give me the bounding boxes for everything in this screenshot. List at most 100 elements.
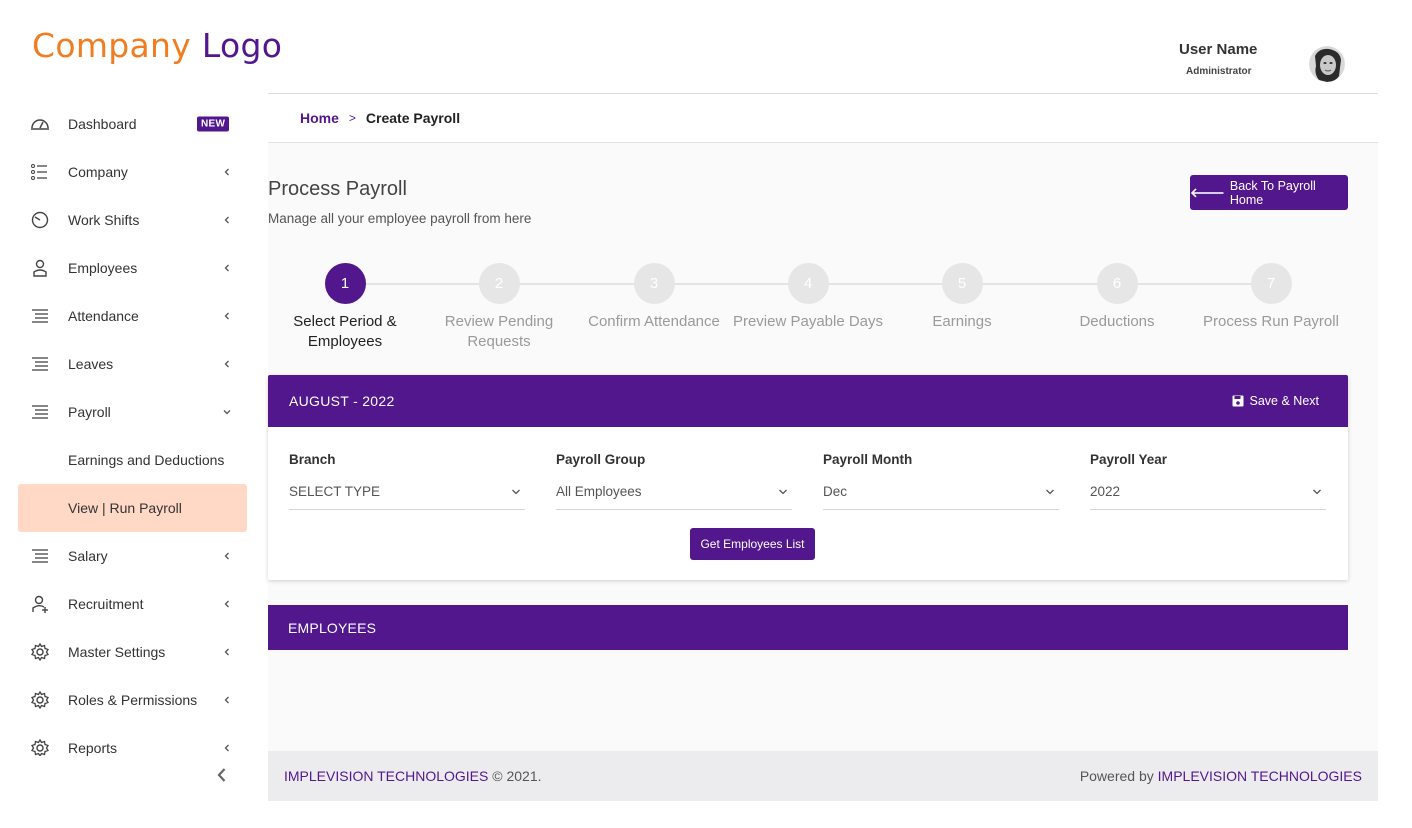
step-number: 4 <box>787 263 829 304</box>
save-icon <box>1232 395 1244 407</box>
breadcrumb: Home > Create Payroll <box>268 94 1378 143</box>
chevron-left-icon <box>224 696 229 704</box>
gear-icon <box>31 690 49 710</box>
step-7[interactable]: 7 Process Run Payroll <box>1196 263 1346 332</box>
card-header: AUGUST - 2022 Save & Next <box>268 375 1348 427</box>
lines-icon <box>32 357 48 371</box>
chevron-down-icon <box>223 410 231 415</box>
footer-copyright: IMPLEVISION TECHNOLOGIES © 2021. <box>284 768 542 784</box>
branch-field: Branch SELECT TYPE <box>289 452 525 510</box>
chevron-left-icon <box>224 264 229 272</box>
step-6[interactable]: 6 Deductions <box>1042 263 1192 332</box>
back-to-payroll-home-button[interactable]: 🡐 Back To Payroll Home <box>1190 175 1348 210</box>
employees-section-header: EMPLOYEES <box>268 605 1348 650</box>
chevron-left-icon <box>224 168 229 176</box>
sidebar-subitem-view-run-payroll[interactable]: View | Run Payroll <box>18 484 247 532</box>
sidebar-item-label: Reports <box>68 740 118 756</box>
step-4[interactable]: 4 Preview Payable Days <box>733 263 883 332</box>
step-label: Preview Payable Days <box>732 313 884 330</box>
sidebar: Dashboard NEW Company Work Shifts Employ… <box>0 100 247 756</box>
sidebar-item-master-settings[interactable]: Master Settings <box>0 628 247 676</box>
lines-icon <box>32 405 48 419</box>
save-and-next-button[interactable]: Save & Next <box>1232 394 1319 408</box>
breadcrumb-separator: > <box>348 111 356 125</box>
footer-powered-brand-link[interactable]: IMPLEVISION TECHNOLOGIES <box>1158 768 1362 784</box>
gear-icon <box>31 738 49 756</box>
step-label: Select Period & Employees <box>293 313 397 350</box>
chevron-left-icon <box>224 552 229 560</box>
payroll-month-field: Payroll Month Dec <box>823 452 1059 510</box>
footer-powered-by: Powered by IMPLEVISION TECHNOLOGIES <box>1080 768 1362 784</box>
get-employees-list-button[interactable]: Get Employees List <box>690 528 815 560</box>
sidebar-item-recruitment[interactable]: Recruitment <box>0 580 247 628</box>
payroll-group-field: Payroll Group All Employees <box>556 452 792 510</box>
lines-icon <box>32 549 48 563</box>
payroll-month-select-value: Dec <box>823 484 848 499</box>
sidebar-item-attendance[interactable]: Attendance <box>0 292 247 340</box>
footer: IMPLEVISION TECHNOLOGIES © 2021. Powered… <box>268 751 1378 801</box>
footer-copyright-text: © 2021. <box>492 768 542 784</box>
sidebar-item-label: Master Settings <box>68 644 166 660</box>
footer-powered-by-text: Powered by <box>1079 768 1154 784</box>
sidebar-item-payroll[interactable]: Payroll <box>0 388 247 436</box>
sidebar-item-leaves[interactable]: Leaves <box>0 340 247 388</box>
step-label: Review Pending Requests <box>444 313 554 350</box>
step-number: 1 <box>324 263 366 304</box>
payroll-year-field: Payroll Year 2022 <box>1090 452 1326 510</box>
step-1[interactable]: 1 Select Period & Employees <box>270 263 420 352</box>
breadcrumb-home-link[interactable]: Home <box>300 110 339 126</box>
sidebar-item-work-shifts[interactable]: Work Shifts <box>0 196 247 244</box>
lines-icon <box>32 309 48 323</box>
back-button-label: Back To Payroll Home <box>1229 178 1316 207</box>
sidebar-item-company[interactable]: Company <box>0 148 247 196</box>
sidebar-item-label: Salary <box>68 548 108 564</box>
sidebar-subitem-label: Earnings and Deductions <box>68 452 225 468</box>
step-number: 3 <box>633 263 675 304</box>
user-role: Administrator <box>1186 66 1252 77</box>
sidebar-item-label: Work Shifts <box>68 212 140 228</box>
payroll-group-select[interactable]: All Employees <box>556 484 792 510</box>
payroll-year-label: Payroll Year <box>1090 452 1168 467</box>
chevron-down-icon <box>1046 489 1054 495</box>
arrow-left-icon: 🡐 <box>1190 184 1225 200</box>
sidebar-subitem-label: View | Run Payroll <box>68 500 182 516</box>
chevron-left-icon <box>224 744 229 752</box>
step-3[interactable]: 3 Confirm Attendance <box>579 263 729 332</box>
payroll-group-select-value: All Employees <box>556 484 642 499</box>
payroll-month-label: Payroll Month <box>823 452 913 467</box>
sidebar-item-reports[interactable]: Reports <box>0 724 247 756</box>
branch-select[interactable]: SELECT TYPE <box>289 484 525 510</box>
chevron-left-icon <box>224 216 229 224</box>
avatar[interactable] <box>1309 46 1345 82</box>
gear-icon <box>31 642 49 662</box>
chevron-left-icon <box>224 648 229 656</box>
sidebar-item-label: Attendance <box>68 308 139 324</box>
collapse-sidebar-icon[interactable] <box>214 766 230 784</box>
sidebar-item-label: Recruitment <box>68 596 144 612</box>
sidebar-item-employees[interactable]: Employees <box>0 244 247 292</box>
step-number: 2 <box>478 263 520 304</box>
step-2[interactable]: 2 Review Pending Requests <box>424 263 574 352</box>
sidebar-item-dashboard[interactable]: Dashboard NEW <box>0 100 247 148</box>
user-plus-icon <box>32 595 48 613</box>
chevron-down-icon <box>779 489 787 495</box>
sidebar-item-label: Employees <box>68 260 138 276</box>
chevron-down-icon <box>1313 489 1321 495</box>
dashboard-icon <box>31 119 49 130</box>
step-5[interactable]: 5 Earnings <box>887 263 1037 332</box>
step-label: Process Run Payroll <box>1203 313 1339 330</box>
step-label: Deductions <box>1079 313 1155 330</box>
step-number: 5 <box>941 263 983 304</box>
footer-brand-link[interactable]: IMPLEVISION TECHNOLOGIES <box>284 768 488 784</box>
sidebar-item-roles-permissions[interactable]: Roles & Permissions <box>0 676 247 724</box>
save-and-next-label: Save & Next <box>1249 394 1319 408</box>
company-logo[interactable]: Company Logo <box>32 26 282 65</box>
new-badge: NEW <box>197 116 230 132</box>
clock-icon <box>31 211 49 229</box>
sidebar-subitem-earnings-deductions[interactable]: Earnings and Deductions <box>0 436 247 484</box>
payroll-year-select[interactable]: 2022 <box>1090 484 1326 510</box>
payroll-month-select[interactable]: Dec <box>823 484 1059 510</box>
sidebar-item-label: Payroll <box>68 404 111 420</box>
step-label: Confirm Attendance <box>588 313 720 330</box>
sidebar-item-salary[interactable]: Salary <box>0 532 247 580</box>
